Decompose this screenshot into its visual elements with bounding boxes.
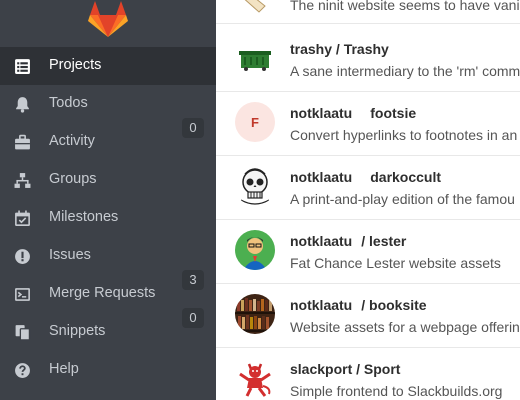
snippets-count-badge: 0	[182, 308, 204, 328]
project-title[interactable]: notklaatu / lester	[290, 233, 406, 249]
sidebar: Projects Todos Activity 0 Groups Milesto…	[0, 0, 216, 400]
projects-icon	[14, 58, 31, 75]
project-name: / booksite	[361, 297, 427, 313]
project-row-trashy[interactable]: trashy / Trashy A sane intermediary to t…	[216, 24, 520, 92]
red-devil-image	[235, 358, 275, 398]
project-description: A sane intermediary to the 'rm' comm	[290, 63, 520, 79]
sidebar-item-label: Todos	[49, 95, 88, 111]
sidebar-item-label: Merge Requests	[49, 285, 156, 301]
project-description: Website assets for a webpage offering	[290, 319, 520, 335]
sidebar-item-label: Activity	[49, 133, 95, 149]
project-namespace: notklaatu	[290, 297, 353, 313]
project-name: / lester	[361, 233, 407, 249]
bell-icon	[14, 96, 31, 113]
project-avatar	[235, 294, 275, 334]
project-description: Fat Chance Lester website assets	[290, 255, 501, 271]
project-row-ninit[interactable]: The ninit website seems to have vanis	[216, 0, 520, 24]
project-namespace: notklaatu	[290, 169, 353, 185]
calendar-check-icon	[14, 210, 31, 227]
gitlab-tanuki-logo	[88, 1, 128, 37]
project-description: The ninit website seems to have vanis	[290, 0, 520, 13]
project-row-booksite[interactable]: notklaatu / booksite Website assets for a…	[216, 284, 520, 348]
project-row-sport[interactable]: slackport / Sport Simple frontend to Sla…	[216, 348, 520, 400]
project-name: darkoccult	[370, 169, 442, 185]
sidebar-item-help[interactable]: Help	[0, 351, 216, 389]
project-title[interactable]: trashy / Trashy	[290, 41, 389, 57]
project-name: footsie	[370, 105, 417, 121]
project-avatar	[235, 358, 275, 398]
activity-count-badge: 0	[182, 118, 204, 138]
project-avatar	[235, 230, 275, 270]
project-avatar: F	[235, 102, 275, 142]
project-title[interactable]: notklaatu / booksite	[290, 297, 427, 313]
briefcase-icon	[14, 134, 31, 151]
sidebar-item-label: Milestones	[49, 209, 119, 225]
bookshelf-image	[235, 294, 275, 334]
sidebar-item-projects[interactable]: Projects	[0, 47, 216, 85]
project-title[interactable]: notklaatu darkoccult	[290, 169, 441, 185]
project-namespace: notklaatu	[290, 105, 353, 121]
project-row-footsie[interactable]: F notklaatu footsie Convert hyperlinks to…	[216, 92, 520, 156]
sidebar-item-milestones[interactable]: Milestones	[0, 199, 216, 237]
project-row-lester[interactable]: notklaatu / lester Fat Chance Lester webs…	[216, 220, 520, 284]
question-circle-icon	[14, 362, 31, 379]
project-list: The ninit website seems to have vanis tr…	[216, 0, 520, 400]
project-row-darkoccult[interactable]: notklaatu darkoccult A print-and-play edi…	[216, 156, 520, 220]
project-description: Simple frontend to Slackbuilds.org	[290, 383, 503, 399]
terminal-icon	[14, 286, 31, 303]
project-title[interactable]: notklaatu footsie	[290, 105, 416, 121]
copy-icon	[14, 324, 31, 341]
sidebar-item-groups[interactable]: Groups	[0, 161, 216, 199]
cartoon-man-image	[235, 230, 275, 270]
project-description: Convert hyperlinks to footnotes in an	[290, 127, 518, 143]
exclamation-circle-icon	[14, 248, 31, 265]
dumpster-image	[239, 51, 271, 71]
project-title[interactable]: slackport / Sport	[290, 361, 400, 377]
project-avatar	[235, 38, 275, 78]
sidebar-item-label: Groups	[49, 171, 97, 187]
sidebar-item-label: Projects	[49, 57, 102, 73]
sidebar-item-label: Help	[49, 361, 79, 377]
sidebar-item-label: Snippets	[49, 323, 106, 339]
skull-image	[235, 166, 275, 206]
project-avatar	[235, 0, 275, 16]
project-namespace: notklaatu	[290, 233, 353, 249]
project-avatar	[235, 166, 275, 206]
gitlab-logo[interactable]	[0, 0, 216, 46]
scroll-image	[235, 0, 275, 16]
merge-requests-count-badge: 3	[182, 270, 204, 290]
groups-icon	[14, 172, 31, 189]
sidebar-item-label: Issues	[49, 247, 91, 263]
project-description: A print-and-play edition of the famou	[290, 191, 515, 207]
